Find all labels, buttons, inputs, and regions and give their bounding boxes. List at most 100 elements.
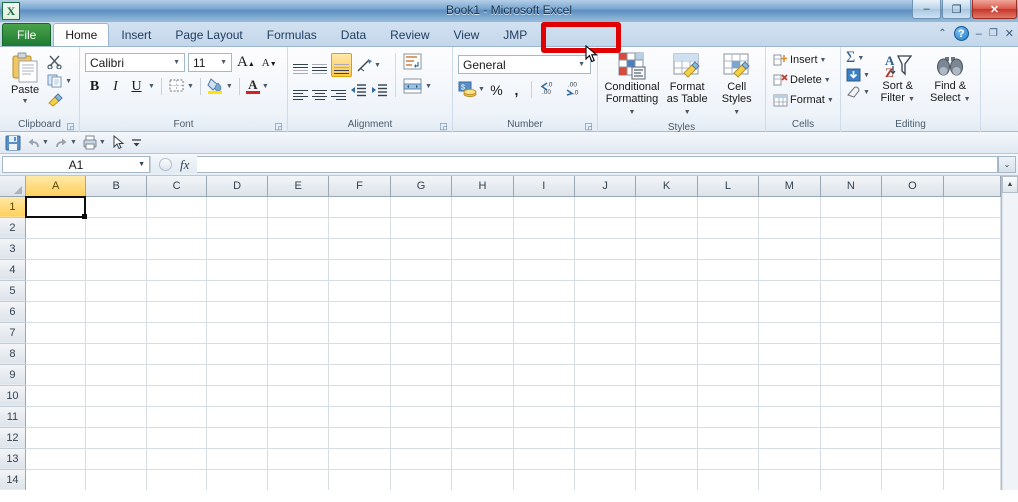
cell-M10[interactable]	[759, 385, 821, 406]
customize-qat-button[interactable]	[129, 136, 144, 149]
cell-M14[interactable]	[759, 469, 821, 490]
percent-style-button[interactable]: %	[488, 82, 505, 98]
scroll-up-button[interactable]: ▲	[1002, 176, 1018, 193]
row-header-2[interactable]: 2	[0, 217, 25, 238]
tab-view[interactable]: View	[442, 23, 492, 46]
row-header-6[interactable]: 6	[0, 301, 25, 322]
cell-K6[interactable]	[636, 301, 697, 322]
cell-B14[interactable]	[86, 469, 146, 490]
cell-C4[interactable]	[146, 259, 207, 280]
cell-A6[interactable]	[25, 301, 85, 322]
cell-D7[interactable]	[207, 322, 268, 343]
cell-E2[interactable]	[267, 217, 328, 238]
print-preview-caret-icon[interactable]: ▼	[99, 139, 106, 146]
cell-D4[interactable]	[207, 259, 268, 280]
cell-B9[interactable]	[86, 364, 146, 385]
paste-caret-icon[interactable]: ▼	[22, 96, 29, 108]
cell-J11[interactable]	[574, 406, 635, 427]
tab-jmp[interactable]: JMP	[491, 23, 539, 46]
cell-K8[interactable]	[636, 343, 697, 364]
cell-J12[interactable]	[574, 427, 635, 448]
cell-H9[interactable]	[452, 364, 513, 385]
cell-F5[interactable]	[329, 280, 390, 301]
delete-cells-caret-icon[interactable]: ▼	[824, 77, 831, 84]
cell-C10[interactable]	[146, 385, 207, 406]
cell-O6[interactable]	[882, 301, 944, 322]
format-as-table-caret-icon[interactable]: ▼	[684, 109, 691, 116]
cell-F14[interactable]	[329, 469, 390, 490]
cell-L12[interactable]	[697, 427, 758, 448]
format-painter-button[interactable]	[45, 92, 74, 108]
cell-H5[interactable]	[452, 280, 513, 301]
cell-N6[interactable]	[820, 301, 881, 322]
tab-home[interactable]: Home	[53, 23, 109, 46]
cell-A5[interactable]	[25, 280, 85, 301]
cell-A13[interactable]	[25, 448, 85, 469]
cell-E4[interactable]	[267, 259, 328, 280]
restore-window-icon[interactable]: ❐	[989, 28, 998, 39]
cell-A8[interactable]	[25, 343, 85, 364]
cell-O5[interactable]	[882, 280, 944, 301]
cell-A12[interactable]	[25, 427, 85, 448]
cell-G4[interactable]	[390, 259, 452, 280]
cell-partial-13[interactable]	[943, 448, 1000, 469]
cell-G5[interactable]	[390, 280, 452, 301]
number-dialog-launcher[interactable]: ◲	[584, 122, 593, 131]
print-preview-button[interactable]: ▼	[81, 135, 107, 150]
cell-G1[interactable]	[390, 196, 452, 217]
font-name-caret-icon[interactable]: ▼	[173, 59, 180, 66]
cell-L8[interactable]	[697, 343, 758, 364]
column-header-E[interactable]: E	[267, 176, 328, 196]
cell-N5[interactable]	[820, 280, 881, 301]
row-header-8[interactable]: 8	[0, 343, 25, 364]
cell-H13[interactable]	[452, 448, 513, 469]
column-header-H[interactable]: H	[452, 176, 513, 196]
cell-O7[interactable]	[882, 322, 944, 343]
cell-N11[interactable]	[820, 406, 881, 427]
cell-D8[interactable]	[207, 343, 268, 364]
cell-partial-5[interactable]	[943, 280, 1000, 301]
cell-K7[interactable]	[636, 322, 697, 343]
tab-data[interactable]: Data	[329, 23, 378, 46]
tab-review[interactable]: Review	[378, 23, 441, 46]
borders-button[interactable]	[168, 77, 185, 97]
cell-I2[interactable]	[513, 217, 574, 238]
cell-M7[interactable]	[759, 322, 821, 343]
fill-button[interactable]: ▼	[846, 68, 870, 82]
column-header-F[interactable]: F	[329, 176, 390, 196]
comma-style-button[interactable]: ,	[508, 82, 525, 98]
cell-F10[interactable]	[329, 385, 390, 406]
cell-O4[interactable]	[882, 259, 944, 280]
row-header-14[interactable]: 14	[0, 469, 25, 490]
cell-I3[interactable]	[513, 238, 574, 259]
insert-cells-caret-icon[interactable]: ▼	[820, 57, 827, 64]
cell-I1[interactable]	[513, 196, 574, 217]
select-all-button[interactable]	[0, 176, 25, 196]
font-name-input[interactable]: Calibri ▼	[85, 53, 185, 72]
cell-J1[interactable]	[574, 196, 635, 217]
autosum-caret-icon[interactable]: ▼	[857, 55, 864, 62]
cell-K3[interactable]	[636, 238, 697, 259]
cell-I10[interactable]	[513, 385, 574, 406]
column-header-partial[interactable]	[943, 176, 1000, 196]
cell-K12[interactable]	[636, 427, 697, 448]
wrap-text-button[interactable]	[403, 53, 432, 73]
cell-B3[interactable]	[86, 238, 146, 259]
conditional-formatting-button[interactable]: Conditional Formatting ▼	[603, 49, 661, 121]
conditional-formatting-caret-icon[interactable]: ▼	[629, 109, 636, 116]
column-header-D[interactable]: D	[207, 176, 268, 196]
cell-G12[interactable]	[390, 427, 452, 448]
italic-button[interactable]: I	[106, 77, 125, 96]
minimize-window-icon[interactable]: –	[976, 28, 982, 40]
row-header-11[interactable]: 11	[0, 406, 25, 427]
merge-center-button[interactable]: ▼	[403, 78, 432, 94]
cell-partial-12[interactable]	[943, 427, 1000, 448]
cell-N8[interactable]	[820, 343, 881, 364]
cell-D9[interactable]	[207, 364, 268, 385]
find-select-caret-icon[interactable]: ▼	[964, 96, 971, 103]
cell-O3[interactable]	[882, 238, 944, 259]
cell-K13[interactable]	[636, 448, 697, 469]
paste-button[interactable]: Paste ▼	[5, 51, 45, 110]
top-align-button[interactable]	[293, 56, 308, 74]
cell-E11[interactable]	[267, 406, 328, 427]
